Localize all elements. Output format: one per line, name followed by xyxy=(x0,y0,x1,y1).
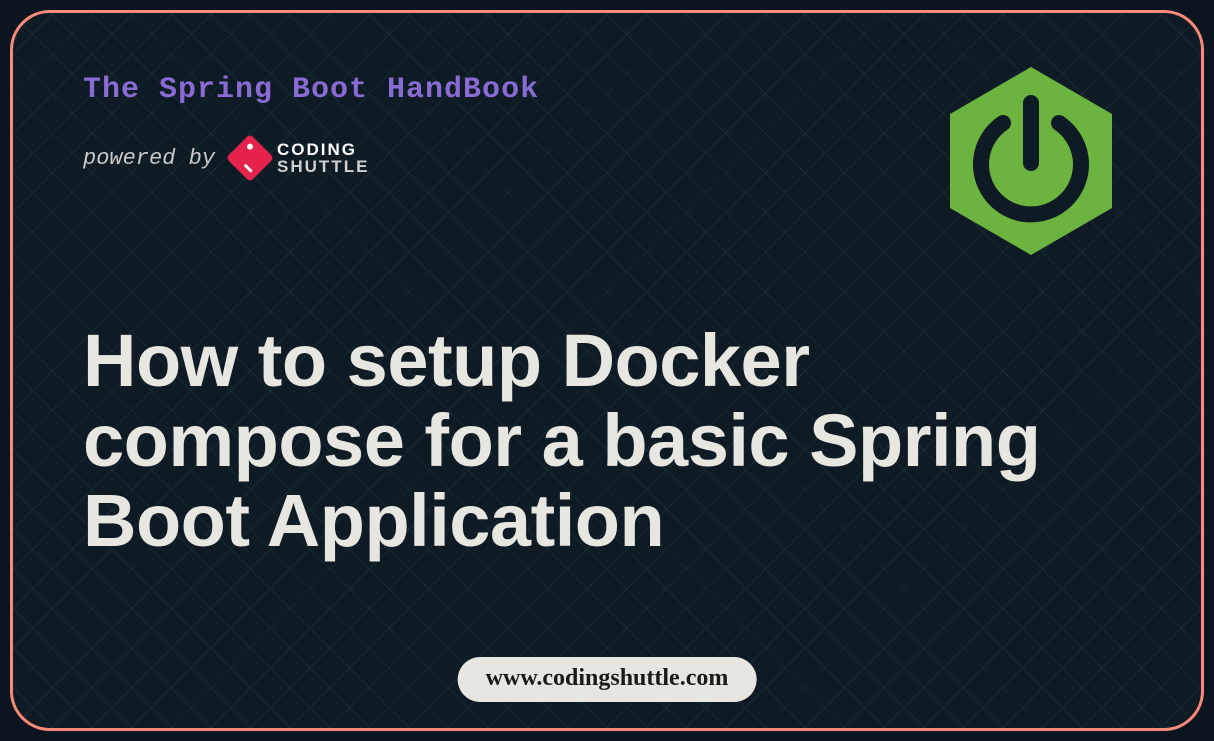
powered-by-row: powered by CODING SHUTTLE xyxy=(83,141,931,175)
brand-line1: CODING xyxy=(277,141,369,158)
brand-logo-block: CODING SHUTTLE xyxy=(233,141,369,175)
header-left: The Spring Boot HandBook powered by CODI… xyxy=(83,73,931,175)
promo-card: The Spring Boot HandBook powered by CODI… xyxy=(10,10,1204,731)
spring-boot-power-icon xyxy=(931,61,1131,261)
footer-url-pill: www.codingshuttle.com xyxy=(458,657,757,702)
handbook-title: The Spring Boot HandBook xyxy=(83,73,931,107)
brand-text: CODING SHUTTLE xyxy=(277,141,369,175)
brand-line2: SHUTTLE xyxy=(277,158,369,175)
coding-shuttle-icon xyxy=(226,134,274,182)
powered-by-label: powered by xyxy=(83,146,215,171)
page-title: How to setup Docker compose for a basic … xyxy=(83,321,1131,561)
header-row: The Spring Boot HandBook powered by CODI… xyxy=(83,73,1131,261)
